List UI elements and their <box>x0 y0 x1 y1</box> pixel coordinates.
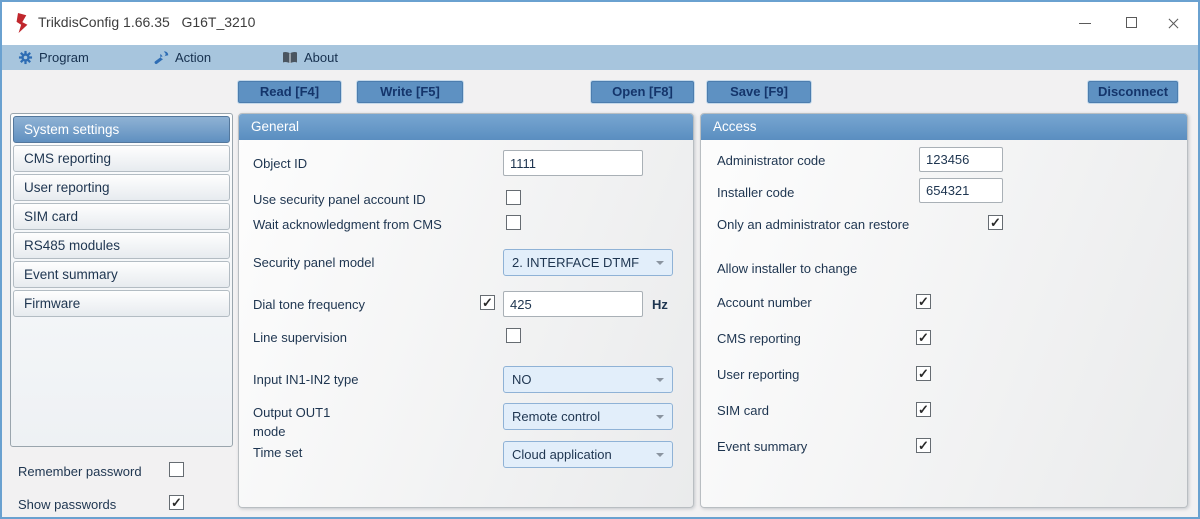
time-set-value: Cloud application <box>512 447 612 462</box>
dial-tone-unit: Hz <box>652 297 668 312</box>
only-admin-restore-label: Only an administrator can restore <box>717 217 909 232</box>
time-set-dropdown[interactable]: Cloud application <box>503 441 673 468</box>
dial-tone-input[interactable] <box>503 291 643 317</box>
sidebar-item-firmware[interactable]: Firmware <box>13 290 230 317</box>
sidebar-item-user-reporting[interactable]: User reporting <box>13 174 230 201</box>
dial-tone-checkbox[interactable]: ✓ <box>480 295 495 310</box>
allow-event-summary-checkbox[interactable]: ✓ <box>916 438 931 453</box>
title-bar: TrikdisConfig 1.66.35 G16T_3210 <box>2 2 1198 45</box>
menu-action[interactable]: Action <box>154 45 211 70</box>
output-mode-dropdown[interactable]: Remote control <box>503 403 673 430</box>
chevron-down-icon <box>656 453 664 457</box>
installer-code-input[interactable] <box>919 178 1003 203</box>
chevron-down-icon <box>656 261 664 265</box>
panel-model-label: Security panel model <box>253 255 374 270</box>
menu-bar: Program Action About <box>2 45 1198 70</box>
wait-ack-label: Wait acknowledgment from CMS <box>253 217 442 232</box>
output-mode-value: Remote control <box>512 409 600 424</box>
line-supervision-label: Line supervision <box>253 330 347 345</box>
maximize-icon <box>1126 17 1137 28</box>
wait-ack-checkbox[interactable] <box>506 215 521 230</box>
object-id-label: Object ID <box>253 156 307 171</box>
maximize-button[interactable] <box>1110 2 1152 45</box>
remember-password-label: Remember password <box>18 464 142 479</box>
gear-icon <box>18 50 33 65</box>
access-panel: Access Administrator code Installer code… <box>700 113 1188 508</box>
installer-code-label: Installer code <box>717 185 794 200</box>
line-supervision-checkbox[interactable] <box>506 328 521 343</box>
sidebar-item-cms-reporting[interactable]: CMS reporting <box>13 145 230 172</box>
panel-model-dropdown[interactable]: 2. INTERFACE DTMF <box>503 249 673 276</box>
allow-sim-card-label: SIM card <box>717 403 769 418</box>
read-button[interactable]: Read [F4] <box>238 81 341 103</box>
general-panel-header: General <box>239 114 693 140</box>
show-passwords-label: Show passwords <box>18 497 116 512</box>
menu-program-label: Program <box>39 50 89 65</box>
object-id-input[interactable] <box>503 150 643 176</box>
close-button[interactable] <box>1152 2 1194 45</box>
disconnect-button[interactable]: Disconnect <box>1088 81 1178 103</box>
app-window: TrikdisConfig 1.66.35 G16T_3210 Program … <box>0 0 1200 519</box>
admin-code-label: Administrator code <box>717 153 825 168</box>
input-type-dropdown[interactable]: NO <box>503 366 673 393</box>
menu-about[interactable]: About <box>282 45 338 70</box>
allow-user-reporting-label: User reporting <box>717 367 799 382</box>
access-panel-header: Access <box>701 114 1187 140</box>
only-admin-restore-checkbox[interactable]: ✓ <box>988 215 1003 230</box>
use-account-id-label: Use security panel account ID <box>253 192 426 207</box>
allow-sim-card-checkbox[interactable]: ✓ <box>916 402 931 417</box>
sidebar-item-system-settings[interactable]: System settings <box>13 116 230 143</box>
menu-action-label: Action <box>175 50 211 65</box>
sidebar: System settings CMS reporting User repor… <box>10 113 233 447</box>
open-button[interactable]: Open [F8] <box>591 81 694 103</box>
allow-event-summary-label: Event summary <box>717 439 807 454</box>
admin-code-input[interactable] <box>919 147 1003 172</box>
output-mode-label: Output OUT1 mode <box>253 404 353 442</box>
chevron-down-icon <box>656 415 664 419</box>
allow-account-number-label: Account number <box>717 295 812 310</box>
allow-account-number-checkbox[interactable]: ✓ <box>916 294 931 309</box>
dial-tone-label: Dial tone frequency <box>253 297 365 312</box>
sidebar-item-rs485-modules[interactable]: RS485 modules <box>13 232 230 259</box>
toolbar: Read [F4] Write [F5] Open [F8] Save [F9]… <box>2 70 1198 114</box>
time-set-label: Time set <box>253 445 302 460</box>
minimize-button[interactable] <box>1064 2 1106 45</box>
sidebar-item-event-summary[interactable]: Event summary <box>13 261 230 288</box>
app-logo-icon <box>14 13 30 33</box>
chevron-down-icon <box>656 378 664 382</box>
menu-about-label: About <box>304 50 338 65</box>
show-passwords-checkbox[interactable]: ✓ <box>169 495 184 510</box>
book-icon <box>282 51 298 65</box>
save-button[interactable]: Save [F9] <box>707 81 811 103</box>
menu-program[interactable]: Program <box>18 45 89 70</box>
allow-user-reporting-checkbox[interactable]: ✓ <box>916 366 931 381</box>
window-title: TrikdisConfig 1.66.35 G16T_3210 <box>38 14 255 30</box>
allow-cms-reporting-checkbox[interactable]: ✓ <box>916 330 931 345</box>
remember-password-checkbox[interactable] <box>169 462 184 477</box>
allow-cms-reporting-label: CMS reporting <box>717 331 801 346</box>
general-panel: General Object ID Use security panel acc… <box>238 113 694 508</box>
wrench-icon <box>154 50 169 65</box>
allow-installer-change-label: Allow installer to change <box>717 261 857 276</box>
input-type-value: NO <box>512 372 532 387</box>
write-button[interactable]: Write [F5] <box>357 81 463 103</box>
use-account-id-checkbox[interactable] <box>506 190 521 205</box>
panel-model-value: 2. INTERFACE DTMF <box>512 255 639 270</box>
sidebar-item-sim-card[interactable]: SIM card <box>13 203 230 230</box>
minimize-icon <box>1079 23 1091 24</box>
input-type-label: Input IN1-IN2 type <box>253 372 359 387</box>
